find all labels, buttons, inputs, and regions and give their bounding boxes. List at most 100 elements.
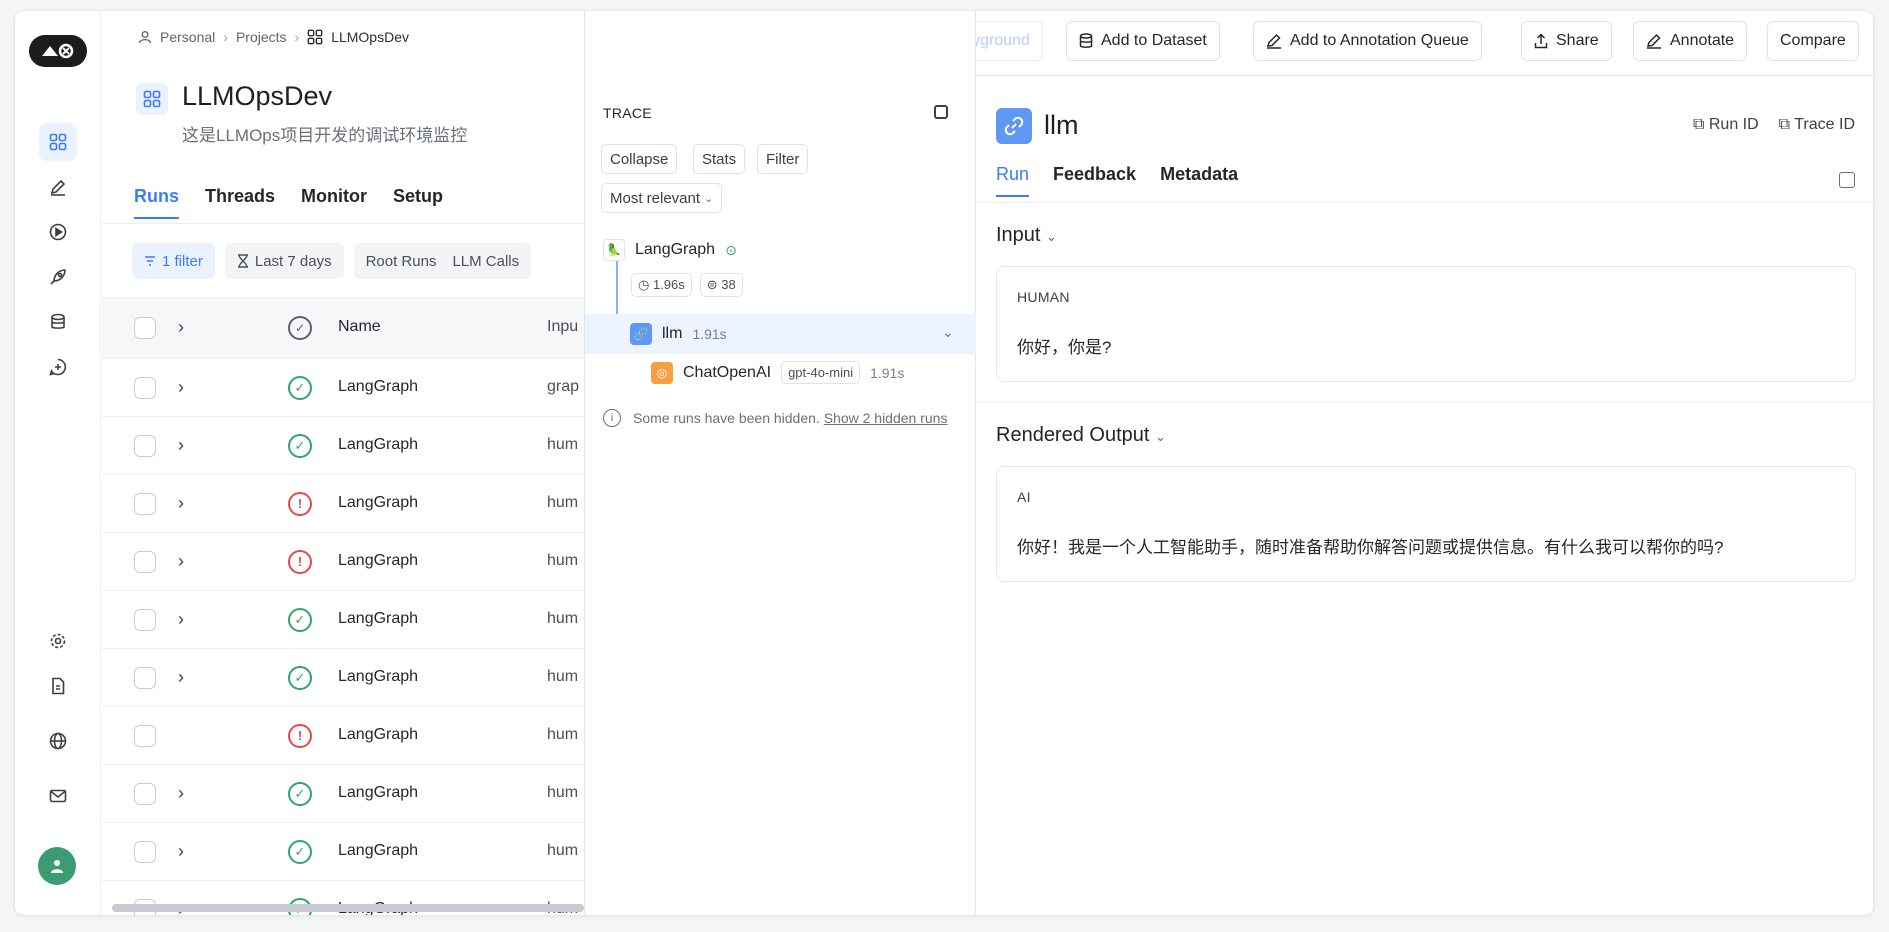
column-name[interactable]: Name <box>338 318 381 336</box>
copy-trace-id-button[interactable]: ⧉ Trace ID <box>1779 116 1855 134</box>
table-row[interactable]: › ✓ LangGraph grap <box>102 359 584 417</box>
input-title: Input <box>996 224 1041 246</box>
row-checkbox[interactable] <box>134 724 156 747</box>
run-name[interactable]: LangGraph <box>338 494 418 512</box>
row-checkbox[interactable] <box>134 840 156 863</box>
root-runs-toggle[interactable]: Root Runs <box>366 253 437 270</box>
filter-button[interactable]: Filter <box>757 144 809 174</box>
column-input[interactable]: Inpu <box>547 318 578 336</box>
table-row[interactable]: › ✓ LangGraph hum <box>102 649 584 707</box>
row-checkbox[interactable] <box>134 376 156 399</box>
mail-icon[interactable] <box>39 777 77 815</box>
chevron-down-icon[interactable]: ⌄ <box>942 324 954 341</box>
langgraph-icon: 🦜 <box>603 239 625 261</box>
table-row[interactable]: ›! LangGraph hum <box>102 533 584 591</box>
run-name[interactable]: LangGraph <box>338 436 418 454</box>
collapse-button[interactable]: Collapse <box>601 144 678 174</box>
table-row[interactable]: ›! LangGraph hum <box>102 475 584 533</box>
play-icon[interactable] <box>39 213 77 251</box>
settings-icon[interactable] <box>39 622 77 660</box>
table-row[interactable]: ! LangGraph hum <box>102 707 584 765</box>
run-name[interactable]: LangGraph <box>338 552 418 570</box>
table-row[interactable]: › ✓ LangGraph hum <box>102 765 584 823</box>
tab-feedback[interactable]: Feedback <box>1053 164 1136 197</box>
table-row[interactable]: › ✓ LangGraph hum <box>102 417 584 475</box>
share-button[interactable]: Share <box>1521 21 1612 61</box>
breadcrumb-current[interactable]: LLMOpsDev <box>331 29 409 45</box>
add-to-dataset-button[interactable]: Add to Dataset <box>1066 21 1220 61</box>
run-name[interactable]: LangGraph <box>338 842 418 860</box>
expand-row-chevron-icon[interactable]: › <box>178 435 184 456</box>
add-chat-icon[interactable] <box>39 348 77 386</box>
breadcrumb-projects[interactable]: Projects <box>236 29 287 45</box>
trace-node-llm-name: llm <box>662 325 683 342</box>
trace-id-label: Trace ID <box>1794 116 1855 133</box>
projects-icon[interactable] <box>39 123 77 161</box>
stop-square-icon[interactable] <box>934 105 948 119</box>
run-name[interactable]: LangGraph <box>338 784 418 802</box>
filter-icon <box>145 256 155 266</box>
stats-label: Stats <box>702 150 737 168</box>
run-input: hum <box>547 493 579 511</box>
input-role: HUMAN <box>1017 289 1070 305</box>
database-icon[interactable] <box>39 303 77 341</box>
show-hidden-runs-link[interactable]: Show 2 hidden runs <box>824 410 948 426</box>
sort-select[interactable]: Most relevant ⌄ <box>601 183 723 213</box>
horizontal-scrollbar[interactable] <box>112 904 584 912</box>
rocket-icon[interactable] <box>39 258 77 296</box>
expand-row-chevron-icon[interactable]: › <box>178 551 184 572</box>
date-range-chip[interactable]: Last 7 days <box>224 243 344 279</box>
expand-row-chevron-icon[interactable]: › <box>178 377 184 398</box>
nav-rail <box>15 11 101 915</box>
tab-metadata[interactable]: Metadata <box>1160 164 1238 197</box>
tab-threads[interactable]: Threads <box>205 186 275 219</box>
copy-run-id-button[interactable]: ⧉ Run ID <box>1693 116 1759 134</box>
run-name[interactable]: LangGraph <box>338 378 418 396</box>
document-icon[interactable] <box>39 667 77 705</box>
row-checkbox[interactable] <box>134 550 156 573</box>
app-logo[interactable] <box>29 35 87 67</box>
expand-row-chevron-icon[interactable]: › <box>178 841 184 862</box>
run-input: grap <box>547 377 580 395</box>
table-header: › ✓ Name Inpu <box>102 297 584 359</box>
expand-row-chevron-icon[interactable]: › <box>178 609 184 630</box>
compare-button[interactable]: Compare <box>1767 21 1859 61</box>
project-tabs: Runs Threads Monitor Setup <box>134 186 443 219</box>
input-section-header[interactable]: Input ⌄ <box>996 224 1057 247</box>
trace-node-root[interactable]: 🦜 LangGraph ⊙ <box>603 239 737 261</box>
sort-value: Most relevant <box>610 189 701 207</box>
tab-setup[interactable]: Setup <box>393 186 443 219</box>
expand-row-chevron-icon[interactable]: › <box>178 493 184 514</box>
annotation-icon[interactable] <box>39 168 77 206</box>
tab-monitor[interactable]: Monitor <box>301 186 367 219</box>
row-checkbox[interactable] <box>134 666 156 689</box>
llm-calls-toggle[interactable]: LLM Calls <box>452 253 519 270</box>
row-checkbox[interactable] <box>134 608 156 631</box>
user-avatar[interactable] <box>38 847 76 885</box>
expand-all-chevron-icon[interactable]: › <box>178 317 184 338</box>
globe-icon[interactable] <box>39 722 77 760</box>
table-row[interactable]: › ✓ LangGraph hum <box>102 823 584 881</box>
filter-chip[interactable]: 1 filter <box>132 243 215 279</box>
run-name[interactable]: LangGraph <box>338 668 418 686</box>
select-all-checkbox[interactable] <box>134 317 156 339</box>
add-to-annotation-queue-button[interactable]: Add to Annotation Queue <box>1253 21 1482 61</box>
output-section-header[interactable]: Rendered Output ⌄ <box>996 424 1166 447</box>
database-icon <box>1079 33 1093 48</box>
run-name[interactable]: LangGraph <box>338 726 418 744</box>
annotate-button[interactable]: Annotate <box>1633 21 1748 61</box>
breadcrumb-personal[interactable]: Personal <box>160 29 215 45</box>
expand-row-chevron-icon[interactable]: › <box>178 667 184 688</box>
table-row[interactable]: › ✓ LangGraph hum <box>102 591 584 649</box>
stats-button[interactable]: Stats <box>693 144 746 174</box>
row-checkbox[interactable] <box>134 782 156 805</box>
run-name[interactable]: LangGraph <box>338 610 418 628</box>
tab-runs[interactable]: Runs <box>134 186 179 219</box>
row-checkbox[interactable] <box>134 492 156 515</box>
expand-row-chevron-icon[interactable]: › <box>178 783 184 804</box>
side-panel-icon[interactable] <box>1839 172 1855 188</box>
row-checkbox[interactable] <box>134 434 156 457</box>
trace-node-llm[interactable]: 🔗 llm 1.91s <box>630 323 727 345</box>
tab-run[interactable]: Run <box>996 164 1030 197</box>
trace-node-chatopenai[interactable]: ◎ ChatOpenAI gpt-4o-mini 1.91s <box>651 361 904 384</box>
